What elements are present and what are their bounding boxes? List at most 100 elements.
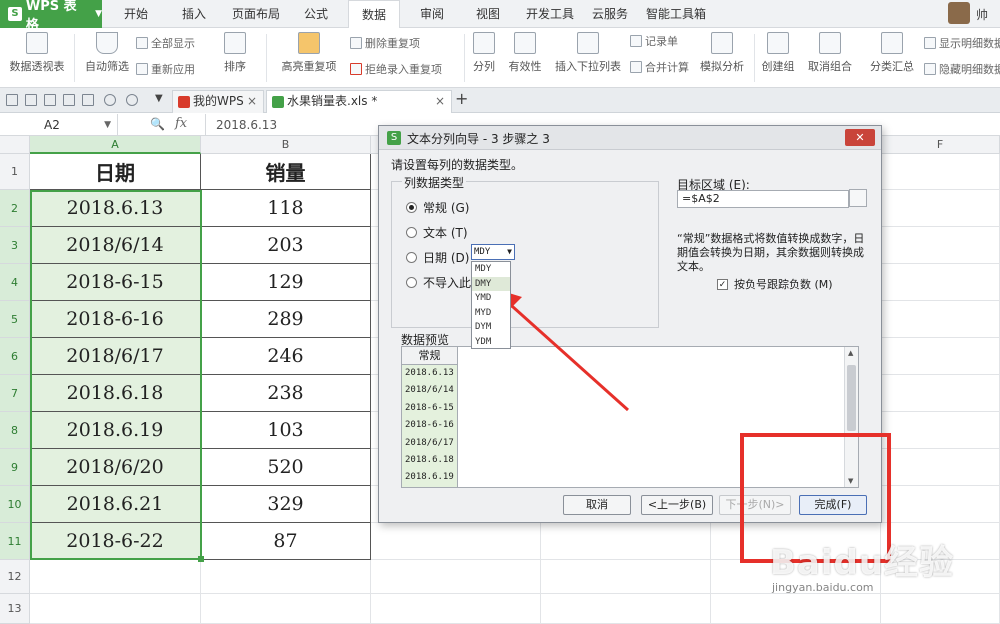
row-header[interactable]: 6 bbox=[0, 338, 30, 375]
pivot-table-button[interactable]: 数据透视表 bbox=[2, 32, 72, 74]
zoom-icon[interactable]: 🔍 bbox=[150, 117, 165, 131]
chevron-down-icon[interactable]: ▼ bbox=[507, 245, 512, 259]
empty-cell[interactable] bbox=[201, 560, 371, 594]
print-icon[interactable] bbox=[63, 94, 75, 106]
row-header[interactable]: 7 bbox=[0, 375, 30, 412]
sales-cell[interactable]: 289 bbox=[201, 301, 371, 338]
tab-cloud[interactable]: 云服务 bbox=[586, 0, 634, 28]
radio-date[interactable]: 日期 (D) bbox=[406, 249, 469, 266]
date-option[interactable]: MYD bbox=[472, 306, 510, 321]
select-all-corner[interactable] bbox=[0, 136, 30, 154]
empty-cell[interactable] bbox=[541, 594, 711, 624]
tab-insert[interactable]: 插入 bbox=[170, 0, 218, 28]
customize-dropdown-icon[interactable]: ▼ bbox=[155, 93, 163, 104]
fx-icon[interactable]: fx bbox=[175, 116, 187, 131]
empty-cell[interactable] bbox=[541, 523, 711, 560]
sort-button[interactable]: 排序 bbox=[210, 32, 260, 74]
row-header[interactable]: 9 bbox=[0, 449, 30, 486]
date-cell[interactable]: 2018.6.18 bbox=[30, 375, 201, 412]
doc-tab-my-wps[interactable]: 我的WPS × bbox=[172, 90, 264, 113]
name-box[interactable]: A2 ▼ bbox=[0, 114, 118, 136]
sales-cell[interactable]: 87 bbox=[201, 523, 371, 560]
tab-data[interactable]: 数据 bbox=[348, 0, 400, 29]
date-format-select[interactable]: MDY ▼ bbox=[471, 244, 515, 260]
empty-cell[interactable] bbox=[881, 301, 1000, 338]
tab-view[interactable]: 视图 bbox=[466, 0, 510, 28]
empty-cell[interactable] bbox=[881, 523, 1000, 560]
merge-calc-button[interactable]: 合并计算 bbox=[630, 59, 689, 75]
print-preview-icon[interactable] bbox=[82, 94, 94, 106]
track-negative-checkbox[interactable]: ✓ 按负号跟踪负数 (M) bbox=[717, 276, 833, 292]
empty-cell[interactable] bbox=[30, 560, 201, 594]
record-form-button[interactable]: 记录单 bbox=[630, 33, 678, 49]
empty-cell[interactable] bbox=[371, 560, 541, 594]
split-column-button[interactable]: 分列 bbox=[466, 32, 502, 74]
row-header[interactable]: 4 bbox=[0, 264, 30, 301]
date-option[interactable]: YDM bbox=[472, 335, 510, 350]
fill-handle[interactable] bbox=[198, 556, 204, 562]
close-icon[interactable]: × bbox=[435, 91, 445, 112]
empty-cell[interactable] bbox=[711, 523, 881, 560]
empty-cell[interactable] bbox=[881, 412, 1000, 449]
open-folder-icon[interactable] bbox=[6, 94, 18, 106]
close-icon[interactable]: × bbox=[247, 91, 257, 112]
validity-button[interactable]: 有效性 bbox=[502, 32, 548, 74]
date-cell[interactable]: 2018-6-16 bbox=[30, 301, 201, 338]
sales-cell[interactable]: 118 bbox=[201, 190, 371, 227]
empty-cell[interactable] bbox=[881, 375, 1000, 412]
row-header[interactable]: 8 bbox=[0, 412, 30, 449]
close-button[interactable]: ✕ bbox=[845, 129, 875, 146]
tab-developer[interactable]: 开发工具 bbox=[520, 0, 580, 28]
empty-cell[interactable] bbox=[541, 560, 711, 594]
reject-duplicates-button[interactable]: 拒绝录入重复项 bbox=[350, 61, 442, 77]
column-header-a[interactable]: A bbox=[30, 136, 201, 154]
highlight-duplicates-button[interactable]: 高亮重复项 bbox=[274, 32, 344, 74]
row-header[interactable]: 1 bbox=[0, 154, 30, 190]
target-range-input[interactable]: =$A$2 bbox=[677, 190, 849, 208]
date-cell[interactable]: 2018.6.21 bbox=[30, 486, 201, 523]
column-header-f[interactable]: F bbox=[881, 136, 1000, 154]
preview-column[interactable]: 2018.6.13 2018/6/14 2018-6-15 2018-6-16 … bbox=[402, 365, 458, 487]
dialog-title-bar[interactable]: S 文本分列向导 - 3 步骤之 3 ✕ bbox=[379, 126, 881, 150]
empty-cell[interactable] bbox=[881, 486, 1000, 523]
table-header-cell[interactable]: 日期 bbox=[30, 154, 201, 190]
empty-cell[interactable] bbox=[881, 560, 1000, 594]
date-cell[interactable]: 2018.6.19 bbox=[30, 412, 201, 449]
empty-cell[interactable] bbox=[881, 449, 1000, 486]
empty-cell[interactable] bbox=[371, 523, 541, 560]
tab-formula[interactable]: 公式 bbox=[294, 0, 338, 28]
sales-cell[interactable]: 129 bbox=[201, 264, 371, 301]
chevron-down-icon[interactable]: ▼ bbox=[104, 114, 111, 136]
show-all-button[interactable]: 全部显示 bbox=[136, 35, 195, 51]
column-header-b[interactable]: B bbox=[201, 136, 371, 154]
date-cell[interactable]: 2018/6/17 bbox=[30, 338, 201, 375]
empty-cell[interactable] bbox=[711, 594, 881, 624]
subtotal-button[interactable]: 分类汇总 bbox=[864, 32, 920, 74]
user-area[interactable]: 帅 bbox=[940, 0, 1000, 28]
row-header[interactable]: 3 bbox=[0, 227, 30, 264]
empty-cell[interactable] bbox=[881, 190, 1000, 227]
create-group-button[interactable]: 创建组 bbox=[756, 32, 800, 74]
row-header[interactable]: 5 bbox=[0, 301, 30, 338]
row-header[interactable]: 11 bbox=[0, 523, 30, 560]
date-cell[interactable]: 2018-6-22 bbox=[30, 523, 201, 560]
date-option[interactable]: DYM bbox=[472, 320, 510, 335]
date-option[interactable]: DMY bbox=[472, 276, 510, 292]
ungroup-button[interactable]: 取消组合 bbox=[802, 32, 858, 74]
radio-general[interactable]: 常规 (G) bbox=[406, 199, 469, 216]
row-header[interactable]: 12 bbox=[0, 560, 30, 594]
table-header-cell[interactable]: 销量 bbox=[201, 154, 371, 190]
preview-scrollbar[interactable]: ▲ ▼ bbox=[844, 347, 858, 487]
reapply-button[interactable]: 重新应用 bbox=[136, 61, 195, 77]
empty-cell[interactable] bbox=[881, 227, 1000, 264]
empty-cell[interactable] bbox=[711, 560, 881, 594]
finish-button[interactable]: 完成(F) bbox=[799, 495, 867, 515]
show-detail-button[interactable]: 显示明细数据 bbox=[924, 35, 1000, 51]
date-cell[interactable]: 2018/6/20 bbox=[30, 449, 201, 486]
app-menu-button[interactable]: S WPS 表格 ▼ bbox=[0, 0, 102, 33]
empty-cell[interactable] bbox=[881, 154, 1000, 190]
row-header[interactable]: 13 bbox=[0, 594, 30, 624]
preview-column-header[interactable]: 常规 bbox=[402, 347, 458, 365]
date-cell[interactable]: 2018.6.13 bbox=[30, 190, 201, 227]
sales-cell[interactable]: 238 bbox=[201, 375, 371, 412]
